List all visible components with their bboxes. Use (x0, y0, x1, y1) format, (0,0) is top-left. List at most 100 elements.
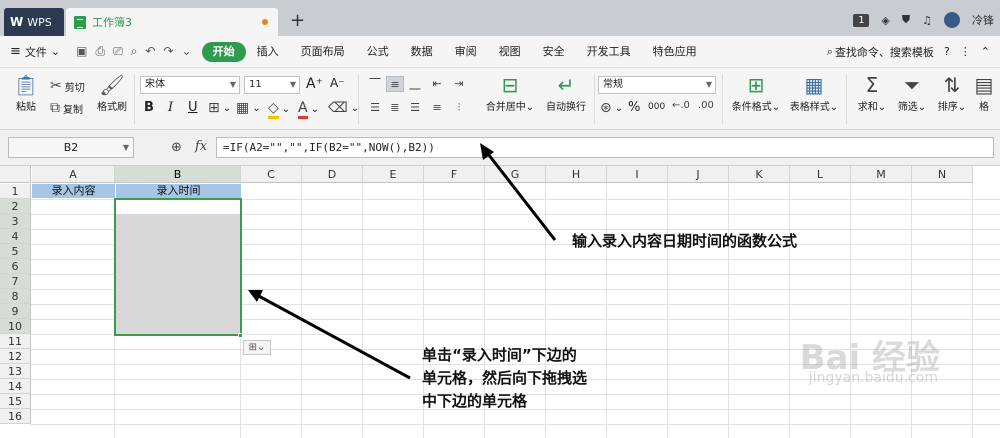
row-header-13[interactable]: 13 (0, 364, 31, 379)
copy-button[interactable]: ⧉ 复制 (50, 100, 83, 116)
row-header-10[interactable]: 10 (0, 319, 31, 334)
cell-b1[interactable]: 录入时间 (116, 184, 241, 198)
font-size-select[interactable]: 11 ▼ (244, 76, 300, 94)
menu-security[interactable]: 安全 (532, 42, 576, 62)
tab-wps[interactable]: W WPS (4, 8, 64, 36)
zoom-icon[interactable]: ⊕ (171, 140, 182, 155)
column-header-e[interactable]: E (363, 166, 424, 183)
increase-decimal-button[interactable]: ←.0 (672, 100, 690, 111)
row-header-1[interactable]: 1 (0, 184, 31, 199)
column-header-d[interactable]: D (302, 166, 363, 183)
table-style-button[interactable]: ▦ 表格样式⌄ (788, 72, 840, 113)
row-header-5[interactable]: 5 (0, 244, 31, 259)
formula-input[interactable]: =IF(A2="","",IF(B2="",NOW(),B2)) (216, 137, 994, 158)
select-all-corner[interactable] (0, 166, 31, 183)
percent-button[interactable]: % (628, 100, 640, 115)
row-header-6[interactable]: 6 (0, 259, 31, 274)
column-header-l[interactable]: L (790, 166, 851, 183)
column-header-g[interactable]: G (485, 166, 546, 183)
collapse-ribbon-icon[interactable]: ⌃ (981, 45, 990, 58)
row-header-3[interactable]: 3 (0, 214, 31, 229)
align-bottom-button[interactable]: ⎽ (406, 76, 424, 92)
column-header-b[interactable]: B (115, 166, 241, 183)
sum-button[interactable]: Σ 求和⌄ (854, 72, 890, 113)
font-color-button[interactable]: A ⌄ (298, 100, 319, 119)
thousands-button[interactable]: 000 (648, 102, 665, 112)
fill-handle[interactable] (238, 333, 243, 338)
undo-icon[interactable]: ↶ (145, 44, 155, 59)
print-preview-icon[interactable]: ⌕ (131, 44, 138, 59)
command-search[interactable]: 查找命令、搜索模板 (835, 44, 934, 60)
chevron-down-icon[interactable]: ⌄ (51, 45, 60, 58)
row-header-7[interactable]: 7 (0, 274, 31, 289)
borders-button[interactable]: ⊞ ⌄ (208, 100, 231, 116)
wrap-text-button[interactable]: ↵ 自动换行 (542, 72, 590, 113)
row-header-9[interactable]: 9 (0, 304, 31, 319)
column-header-n[interactable]: N (912, 166, 973, 183)
justify-button[interactable]: ≡ (428, 100, 446, 116)
menu-page-layout[interactable]: 页面布局 (290, 42, 356, 62)
menu-review[interactable]: 审阅 (444, 42, 488, 62)
quick-access-dropdown-icon[interactable]: ⌄ (182, 44, 192, 59)
row-header-8[interactable]: 8 (0, 289, 31, 304)
file-menu[interactable]: 文件 (25, 44, 47, 60)
column-header-h[interactable]: H (546, 166, 607, 183)
menu-insert[interactable]: 插入 (246, 42, 290, 62)
menu-formulas[interactable]: 公式 (356, 42, 400, 62)
cell-style-button[interactable]: ▦ ⌄ (236, 100, 261, 116)
column-header-j[interactable]: J (668, 166, 729, 183)
column-header-m[interactable]: M (851, 166, 912, 183)
underline-button[interactable]: U (188, 100, 198, 115)
increase-indent-button[interactable]: ⇥ (450, 76, 468, 92)
avatar[interactable] (944, 12, 960, 28)
column-header-i[interactable]: I (607, 166, 668, 183)
row-header-16[interactable]: 16 (0, 409, 31, 424)
menu-view[interactable]: 视图 (488, 42, 532, 62)
conditional-format-button[interactable]: ⊞ 条件格式⌄ (728, 72, 784, 113)
cell-a1[interactable]: 录入内容 (32, 184, 115, 198)
filter-button[interactable]: ⏷ 筛选⌄ (894, 72, 930, 113)
align-right-button[interactable]: ☰ (406, 100, 424, 116)
align-top-button[interactable]: ⎺ (366, 76, 384, 92)
export-icon[interactable]: ⎙ (95, 44, 105, 59)
row-header-2[interactable]: 2 (0, 199, 31, 214)
align-middle-button[interactable]: ≡ (386, 76, 404, 92)
name-box[interactable]: B2 ▼ (8, 137, 134, 158)
fill-color-button[interactable]: ◇ ⌄ (268, 100, 290, 119)
row-header-12[interactable]: 12 (0, 349, 31, 364)
window-count-badge[interactable]: 1 (853, 13, 870, 27)
format-button[interactable]: ▤ 格 (972, 72, 996, 113)
save-icon[interactable]: ▣ (76, 44, 87, 59)
menu-start[interactable]: 开始 (201, 41, 246, 62)
grow-font-button[interactable]: A⁺ (306, 76, 323, 92)
sort-button[interactable]: ⇅ 排序⌄ (934, 72, 970, 113)
row-header-4[interactable]: 4 (0, 229, 31, 244)
shrink-font-button[interactable]: A⁻ (330, 76, 345, 90)
currency-button[interactable]: ⊛ ⌄ (600, 100, 623, 116)
paste-button[interactable]: 📋︎ 粘贴 (8, 72, 44, 113)
clear-button[interactable]: ⌫ ⌄ (328, 100, 359, 116)
user-name[interactable]: 冷锋 (972, 12, 994, 28)
redo-icon[interactable]: ↷ (163, 44, 173, 59)
help-icon[interactable]: ? (944, 45, 950, 58)
fx-icon[interactable]: fx (195, 139, 207, 154)
new-tab-button[interactable]: + (290, 12, 305, 30)
row-header-14[interactable]: 14 (0, 379, 31, 394)
search-icon[interactable]: ⌕ (827, 45, 833, 59)
merge-center-button[interactable]: ⊟ 合并居中⌄ (482, 72, 538, 113)
skin-icon[interactable]: ◈ (881, 14, 889, 27)
shirt-icon[interactable]: ⛊ (902, 13, 910, 27)
column-header-k[interactable]: K (729, 166, 790, 183)
font-name-select[interactable]: 宋体 ▼ (140, 76, 240, 94)
hamburger-icon[interactable]: ≡ (10, 44, 21, 59)
cut-button[interactable]: ✂ 剪切 (50, 78, 85, 94)
tab-workbook[interactable]: 工作簿3 (66, 8, 278, 36)
row-header-11[interactable]: 11 (0, 334, 31, 349)
more-icon[interactable]: ⋮ (960, 45, 971, 58)
menu-developer[interactable]: 开发工具 (576, 42, 642, 62)
column-header-f[interactable]: F (424, 166, 485, 183)
align-center-button[interactable]: ≣ (386, 100, 404, 116)
column-header-c[interactable]: C (241, 166, 302, 183)
bell-icon[interactable]: ♫ (922, 14, 932, 27)
italic-button[interactable]: I (168, 100, 173, 115)
